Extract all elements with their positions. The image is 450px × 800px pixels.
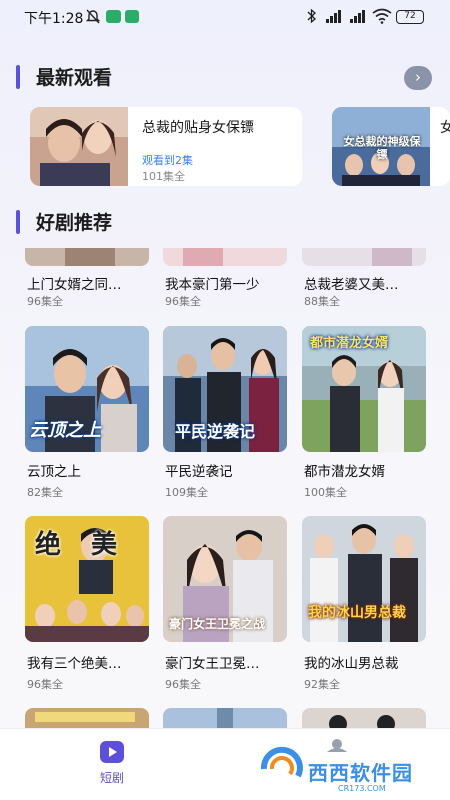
drama-title: 我有三个绝美…	[27, 656, 122, 672]
nav-label-shorts: 短剧	[100, 771, 125, 785]
drama-title: 都市潜龙女婿	[304, 464, 385, 480]
drama-count: 92集全	[304, 678, 340, 691]
drama-poster: 绝美	[25, 516, 149, 642]
drama-title: 云顶之上	[27, 464, 81, 480]
recent-card[interactable]: 女总裁的神级保镖 女	[332, 107, 450, 186]
drama-count: 109集全	[165, 486, 208, 499]
signal-icon	[346, 8, 366, 24]
poster-text: 豪门女王卫冕之战	[169, 617, 266, 631]
recent-title: 女	[440, 120, 450, 136]
wechat-icon	[106, 10, 121, 23]
drama-poster: 平民逆袭记	[163, 326, 287, 452]
recent-card[interactable]: 总裁的贴身女保镖 观看到2集 101集全	[30, 107, 302, 186]
status-bar: 下午1:28 72	[0, 0, 450, 34]
drama-count: 96集全	[27, 678, 63, 691]
recent-thumbnail	[30, 107, 128, 186]
play-tv-icon	[100, 741, 124, 763]
bluetooth-icon	[307, 8, 317, 24]
watermark-sub: CR173.COM	[338, 784, 386, 793]
poster-text: 平民逆袭记	[175, 422, 256, 441]
section-accent-bar	[16, 65, 20, 89]
drama-title: 豪门女王卫冕…	[165, 656, 260, 672]
drama-count: 82集全	[27, 486, 63, 499]
drama-poster: 云顶之上	[25, 326, 149, 452]
poster-text: 都市潜龙女婿	[310, 336, 389, 351]
drama-title: 上门女婿之同…	[27, 277, 122, 293]
recent-title: 总裁的贴身女保镖	[142, 120, 254, 136]
drama-poster: 豪门女王卫冕之战	[163, 516, 287, 642]
section-accent-bar	[16, 210, 20, 234]
drama-poster	[25, 248, 149, 266]
drama-title: 我的冰山男总裁	[304, 656, 399, 672]
drama-poster	[302, 248, 426, 266]
drama-count: 88集全	[304, 295, 340, 308]
poster-text: 女总裁的神级保镖	[343, 135, 421, 161]
drama-poster: 都市潜龙女婿	[302, 326, 426, 452]
recent-total: 101集全	[142, 170, 185, 183]
drama-poster: 我的冰山男总裁	[302, 516, 426, 642]
nav-item-shorts[interactable]: 短剧	[80, 729, 144, 800]
drama-card[interactable]	[302, 708, 426, 728]
battery-icon: 72	[396, 10, 424, 24]
send-icon	[125, 10, 139, 23]
poster-text: 我的冰山男总裁	[308, 605, 406, 621]
signal-icon	[322, 8, 342, 24]
drama-card[interactable]	[163, 708, 287, 728]
recent-section-title: 最新观看	[36, 67, 113, 89]
status-time: 下午1:28	[24, 11, 84, 27]
chevron-right-icon: ›	[415, 68, 421, 86]
poster-text: 云顶之上	[29, 420, 101, 441]
drama-count: 96集全	[165, 678, 201, 691]
drama-count: 96集全	[27, 295, 63, 308]
recent-thumbnail: 女总裁的神级保镖	[332, 107, 430, 186]
recent-progress: 观看到2集	[142, 154, 193, 167]
drama-title: 我本豪门第一少	[165, 277, 260, 293]
wifi-icon	[372, 8, 392, 24]
recent-more-button[interactable]: ›	[404, 66, 432, 90]
recommend-section-title: 好剧推荐	[36, 212, 113, 234]
watermark-text: 西西软件园	[308, 761, 413, 785]
drama-count: 100集全	[304, 486, 347, 499]
drama-count: 96集全	[165, 295, 201, 308]
drama-poster	[163, 248, 287, 266]
poster-text: 绝美	[35, 530, 148, 560]
drama-title: 平民逆袭记	[165, 464, 233, 480]
drama-card[interactable]	[25, 708, 149, 728]
drama-title: 总裁老婆又美…	[304, 277, 399, 293]
mute-icon	[85, 8, 101, 24]
